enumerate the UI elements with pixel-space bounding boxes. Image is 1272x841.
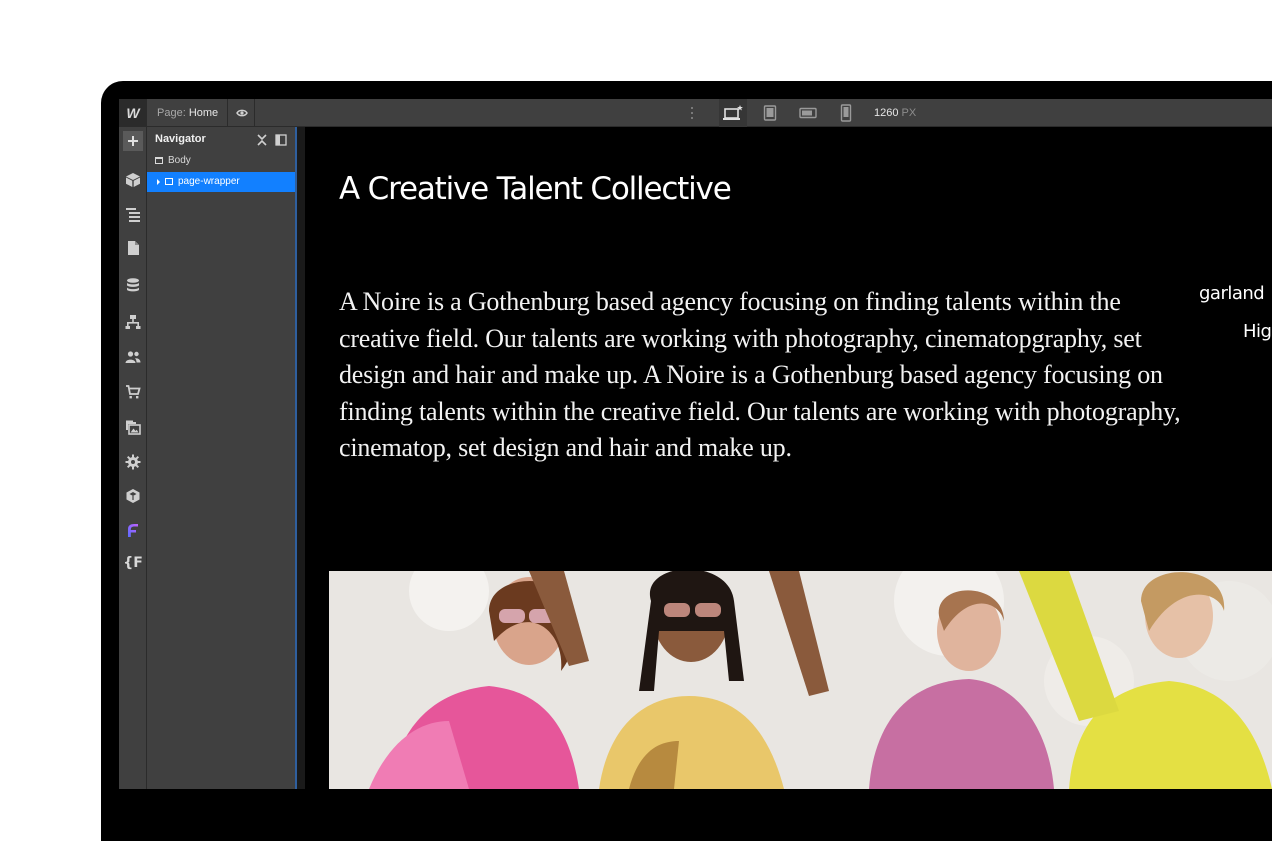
collapse-all-icon[interactable] — [256, 133, 268, 146]
navigator-panel: Navigator Body page-wrapper — [147, 127, 297, 789]
hero-paragraph[interactable]: A Noire is a Gothenburg based agency foc… — [339, 284, 1199, 467]
expand-caret-icon[interactable] — [157, 179, 160, 185]
side-text-top[interactable]: garland — [1199, 283, 1265, 304]
dock-panel-icon[interactable] — [275, 133, 287, 146]
users-button[interactable] — [119, 343, 147, 371]
hero-image[interactable] — [329, 571, 1272, 789]
page-selector[interactable]: Page: Home — [157, 99, 218, 127]
webflow-logo[interactable]: W — [119, 99, 147, 127]
fonts-icon: {F — [123, 555, 143, 571]
width-value: 1260 — [874, 107, 899, 119]
design-canvas[interactable]: A Creative Talent Collective A Noire is … — [305, 127, 1272, 789]
left-toolbar: {F — [119, 127, 147, 789]
navigator-item-body[interactable]: Body — [147, 151, 295, 171]
canvas-width-readout: 1260 PX — [874, 99, 916, 127]
settings-button[interactable] — [119, 448, 147, 476]
div-block-icon — [165, 178, 173, 185]
hero-heading[interactable]: A Creative Talent Collective — [339, 171, 732, 207]
side-text-bottom[interactable]: Hig — [1243, 321, 1272, 342]
finsweet-button[interactable] — [119, 516, 147, 544]
breakpoint-tablet-button[interactable] — [756, 99, 784, 127]
panel-divider — [297, 127, 305, 789]
assets-button[interactable] — [119, 413, 147, 441]
add-elements-button[interactable] — [123, 131, 143, 151]
breakpoint-mobile-portrait-button[interactable] — [832, 99, 860, 127]
pages-button[interactable] — [119, 234, 147, 262]
navigator-item-label: page-wrapper — [178, 176, 240, 187]
fonts-button[interactable]: {F — [119, 549, 147, 577]
page-prefix: Page: — [157, 107, 186, 119]
navigator-item-label: Body — [168, 155, 191, 166]
logic-button[interactable] — [119, 308, 147, 336]
ecommerce-button[interactable] — [119, 378, 147, 406]
top-bar: W Page: Home 1260 PX — [119, 99, 1272, 127]
navigator-title: Navigator — [155, 133, 206, 145]
breakpoint-mobile-landscape-button[interactable] — [794, 99, 822, 127]
apps-button[interactable] — [119, 482, 147, 510]
navigator-button[interactable] — [119, 200, 147, 228]
symbols-button[interactable] — [119, 166, 147, 194]
page-name: Home — [188, 107, 219, 119]
width-unit: PX — [901, 107, 917, 119]
preview-button[interactable] — [227, 99, 255, 127]
webflow-designer: W Page: Home 1260 PX {F Navigator Body p… — [119, 99, 1272, 789]
body-element-icon — [155, 157, 163, 164]
more-icon[interactable] — [690, 106, 694, 120]
cms-button[interactable] — [119, 271, 147, 299]
navigator-item-page-wrapper[interactable]: page-wrapper — [147, 172, 295, 192]
breakpoint-desktop-button[interactable] — [719, 99, 747, 127]
